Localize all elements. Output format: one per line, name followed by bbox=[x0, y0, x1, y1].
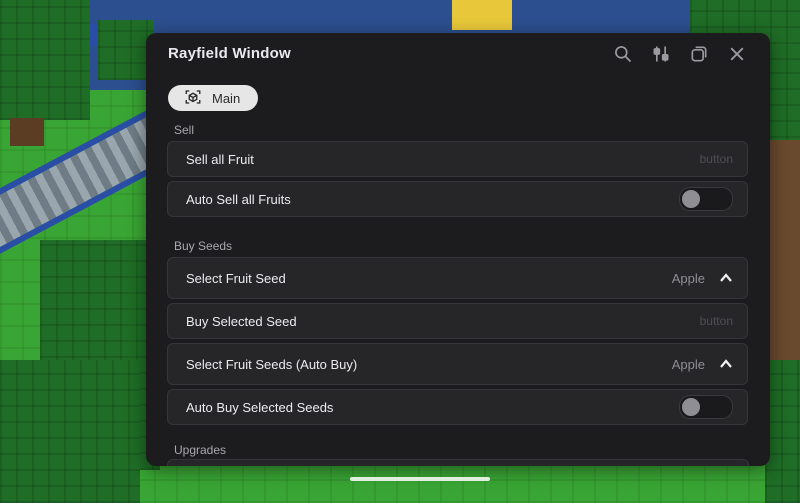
auto-sell-toggle[interactable] bbox=[679, 187, 733, 211]
tab-main[interactable]: Main bbox=[168, 85, 259, 111]
section-upgrades-label: Upgrades bbox=[174, 443, 227, 457]
row-label: Auto Sell all Fruits bbox=[186, 191, 291, 207]
upgrades-first-row[interactable] bbox=[167, 459, 749, 466]
yellow-block bbox=[452, 0, 512, 30]
cube-scan-icon bbox=[184, 88, 202, 109]
row-label: Sell all Fruit bbox=[186, 151, 254, 167]
tab-bar: Main bbox=[146, 73, 770, 119]
auto-buy-toggle[interactable] bbox=[679, 395, 733, 419]
row-label: Select Fruit Seeds (Auto Buy) bbox=[186, 356, 358, 372]
sell-all-fruit-button[interactable]: Sell all Fruit button bbox=[167, 141, 748, 177]
toggle-knob bbox=[682, 398, 700, 416]
tree-foliage bbox=[765, 360, 800, 503]
section-buy-seeds-label: Buy Seeds bbox=[174, 239, 233, 253]
settings-sliders-icon[interactable] bbox=[650, 43, 672, 65]
toggle-knob bbox=[682, 190, 700, 208]
window-title: Rayfield Window bbox=[168, 44, 291, 62]
select-fruit-seeds-auto-dropdown[interactable]: Select Fruit Seeds (Auto Buy) Apple bbox=[167, 343, 748, 385]
close-icon[interactable] bbox=[726, 43, 748, 65]
search-icon[interactable] bbox=[612, 43, 634, 65]
row-label: Select Fruit Seed bbox=[186, 270, 286, 286]
tab-label: Main bbox=[212, 90, 241, 106]
button-hint: button bbox=[699, 152, 733, 166]
section-sell-label: Sell bbox=[174, 123, 195, 137]
title-bar[interactable]: Rayfield Window bbox=[146, 33, 770, 73]
auto-buy-toggle-row: Auto Buy Selected Seeds bbox=[167, 389, 748, 425]
tree-trunk bbox=[10, 118, 44, 146]
buy-selected-seed-button[interactable]: Buy Selected Seed button bbox=[167, 303, 748, 339]
auto-sell-toggle-row: Auto Sell all Fruits bbox=[167, 181, 748, 217]
chevron-up-icon[interactable] bbox=[719, 271, 733, 285]
selected-value: Apple bbox=[671, 270, 705, 286]
title-icons bbox=[612, 43, 748, 65]
chevron-up-icon[interactable] bbox=[719, 357, 733, 371]
select-fruit-seed-dropdown[interactable]: Select Fruit Seed Apple bbox=[167, 257, 748, 299]
tab-content: Sell Sell all Fruit button Auto Sell all… bbox=[146, 119, 770, 461]
row-label: Buy Selected Seed bbox=[186, 313, 297, 329]
tree-foliage bbox=[0, 0, 90, 120]
selected-value: Apple bbox=[671, 356, 705, 372]
row-label: Auto Buy Selected Seeds bbox=[186, 399, 334, 415]
minimize-icon[interactable] bbox=[688, 43, 710, 65]
rayfield-window: Rayfield Window Main Sell Sell all Fruit… bbox=[146, 33, 770, 466]
button-hint: button bbox=[699, 314, 733, 328]
tree-foliage bbox=[0, 360, 140, 503]
home-indicator[interactable] bbox=[350, 477, 490, 481]
